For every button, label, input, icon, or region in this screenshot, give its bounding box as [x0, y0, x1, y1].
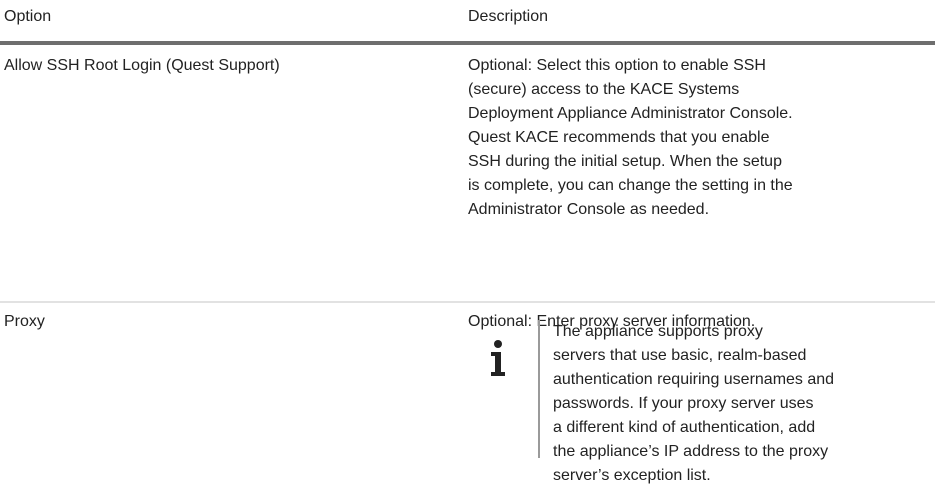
- option-name: Allow SSH Root Login (Quest Support): [4, 57, 280, 74]
- info-icon: [488, 339, 508, 377]
- column-header-description: Description: [468, 8, 549, 25]
- description-line: Optional: Select this option to enable S…: [468, 57, 766, 74]
- note-line: the appliance’s IP address to the proxy: [553, 443, 829, 460]
- note-line: authentication requiring usernames and: [553, 371, 835, 388]
- option-description: Optional: Select this option to enable S…: [468, 54, 928, 222]
- description-line: is complete, you can change the setting …: [468, 177, 793, 194]
- option-name: Proxy: [4, 313, 45, 330]
- row-divider: [0, 301, 935, 303]
- note-line: server’s exception list.: [553, 467, 711, 484]
- note-line: a different kind of authentication, add: [553, 419, 816, 436]
- description-line: Quest KACE recommends that you enable: [468, 129, 770, 146]
- note-line: servers that use basic, realm-based: [553, 347, 807, 364]
- description-line: Deployment Appliance Administrator Conso…: [468, 105, 793, 122]
- column-header-option: Option: [4, 8, 52, 25]
- note-text: The appliance supports proxy servers tha…: [553, 320, 933, 488]
- description-line: Administrator Console as needed.: [468, 201, 710, 218]
- description-line: (secure) access to the KACE Systems: [468, 81, 740, 98]
- note-line: The appliance supports proxy: [553, 323, 763, 340]
- note-bar: [538, 320, 540, 458]
- note-line: passwords. If your proxy server uses: [553, 395, 814, 412]
- header-divider: [0, 41, 935, 45]
- description-line: SSH during the initial setup. When the s…: [468, 153, 782, 170]
